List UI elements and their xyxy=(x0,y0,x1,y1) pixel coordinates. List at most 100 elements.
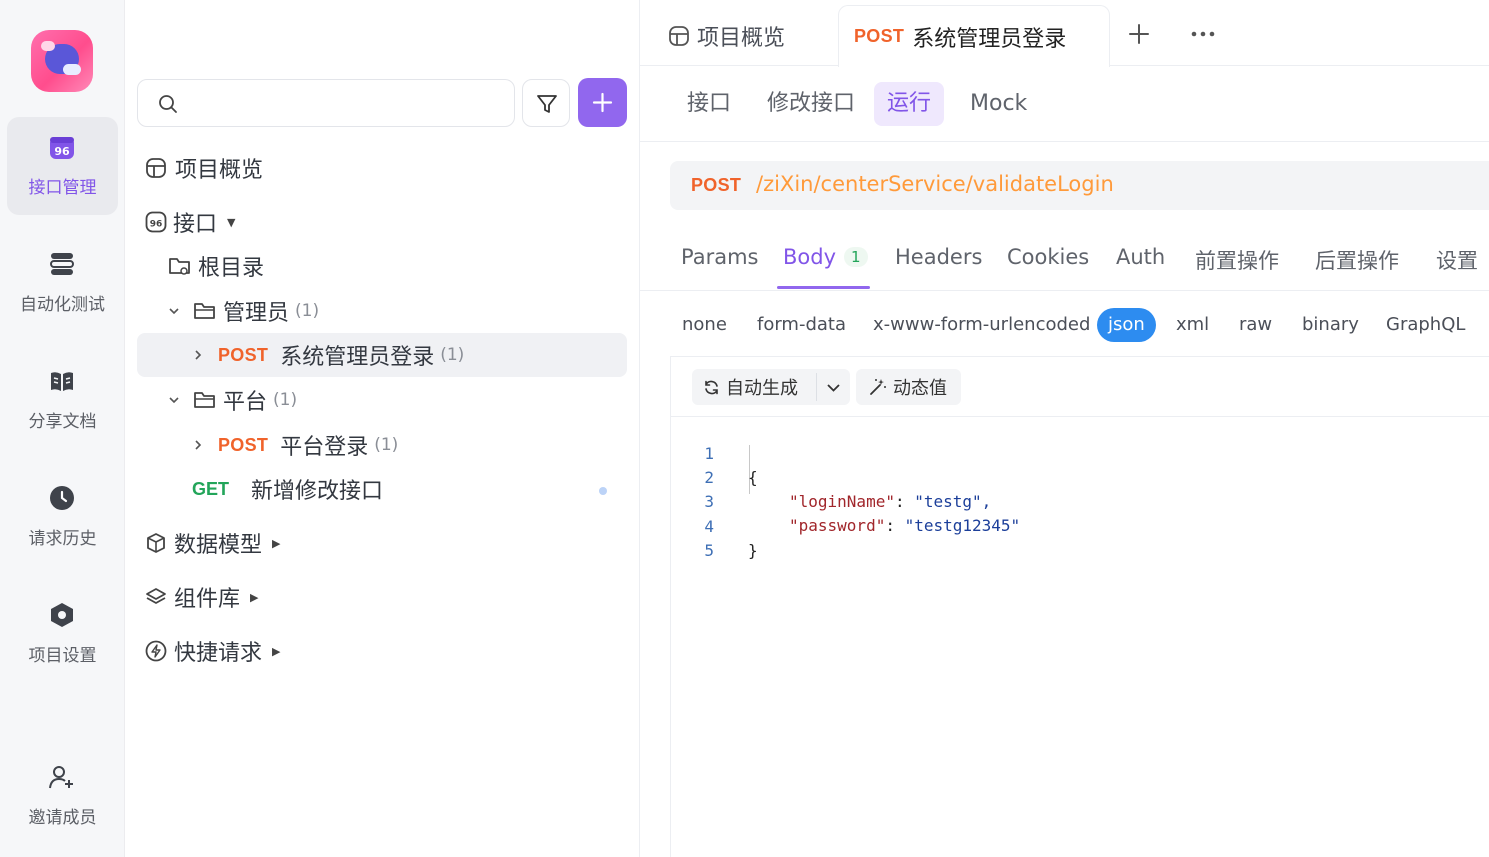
code-text: "loginName": "testg", xyxy=(789,492,992,511)
layers-icon xyxy=(146,588,166,604)
svg-text:96: 96 xyxy=(54,145,70,158)
editor-toolbar: 自动生成 动态值 xyxy=(671,357,1489,417)
json-value: "testg12345" xyxy=(904,516,1021,535)
subtab-api[interactable]: 接口 xyxy=(674,82,744,126)
auto-generate-group: 自动生成 xyxy=(692,369,850,405)
tab-params[interactable]: Params xyxy=(681,245,759,269)
more-tabs-button[interactable] xyxy=(1191,16,1215,52)
method-badge: GET xyxy=(192,478,230,499)
body-type-urlencoded[interactable]: x-www-form-urlencoded xyxy=(873,308,1090,342)
filter-button[interactable] xyxy=(522,79,570,127)
rail-label: 项目设置 xyxy=(28,646,97,666)
tab-cookies[interactable]: Cookies xyxy=(1007,245,1089,269)
request-url[interactable]: /ziXin/centerService/validateLogin xyxy=(756,172,1114,196)
tree-label: 平台 xyxy=(223,390,268,415)
line-number: 5 xyxy=(704,541,714,560)
tree-label: 组件库 xyxy=(174,587,241,612)
rail-item-invite[interactable]: 邀请成员 xyxy=(7,747,118,845)
tree-item-root[interactable]: 根目录 xyxy=(168,244,264,288)
code-line: 5 xyxy=(671,515,748,560)
tree-label: 系统管理员登录 xyxy=(280,345,435,370)
method-badge: POST xyxy=(218,434,269,455)
tree-label: 管理员 xyxy=(223,301,290,326)
dynamic-value-button[interactable]: 动态值 xyxy=(856,369,961,405)
tree-item-apis[interactable]: 96 接口 ▼ xyxy=(145,200,235,244)
tree-api-new[interactable]: GET 新增修改接口 xyxy=(192,467,383,511)
settings-hexagon-icon xyxy=(51,603,73,627)
logo-cloud xyxy=(63,64,81,75)
rail-label: 分享文档 xyxy=(28,412,97,432)
request-method[interactable]: POST xyxy=(691,175,741,196)
api-management-icon: 96 xyxy=(50,137,74,159)
caret-right-icon: ▶ xyxy=(272,644,281,658)
rail-item-api-management[interactable]: 96 接口管理 xyxy=(7,117,118,215)
api-icon: 96 xyxy=(145,211,167,233)
body-type-json[interactable]: json xyxy=(1097,308,1156,342)
tree-item-overview[interactable]: 项目概览 xyxy=(145,146,263,190)
body-type-form-data[interactable]: form-data xyxy=(757,308,846,342)
code-area[interactable]: 1 { 2 "loginName": "testg", 3 "password"… xyxy=(671,417,1489,857)
chevron-right-icon xyxy=(195,440,202,450)
more-icon xyxy=(1191,31,1215,37)
auto-generate-dropdown[interactable] xyxy=(817,369,850,405)
tree-folder-admin[interactable]: 管理员 (1) xyxy=(167,289,319,333)
body-type-graphql[interactable]: GraphQL xyxy=(1386,308,1465,342)
subtab-mock[interactable]: Mock xyxy=(957,82,1040,126)
tab-auth[interactable]: Auth xyxy=(1116,245,1165,269)
chevron-down-icon xyxy=(827,384,840,392)
tree-item-components[interactable]: 组件库 ▶ xyxy=(145,575,258,619)
subtab-run[interactable]: 运行 xyxy=(874,82,945,126)
rail-item-history[interactable]: 请求历史 xyxy=(7,468,118,566)
code-text: { xyxy=(748,468,758,487)
rail-item-project-settings[interactable]: 项目设置 xyxy=(7,585,118,683)
url-bar[interactable]: POST /ziXin/centerService/validateLogin xyxy=(670,161,1489,210)
tree-item-quick-requests[interactable]: 快捷请求 ▶ xyxy=(145,629,280,673)
method-badge: POST xyxy=(854,26,905,46)
tree-api-platform-login[interactable]: POST 平台登录 (1) xyxy=(191,423,398,467)
tree-item-data-models[interactable]: 数据模型 ▶ xyxy=(145,521,280,565)
tab-headers[interactable]: Headers xyxy=(895,245,982,269)
lightning-icon xyxy=(145,640,167,662)
filter-icon xyxy=(537,95,557,113)
tab-project-overview[interactable]: 项目概览 xyxy=(668,5,785,66)
tab-settings[interactable]: 设置 xyxy=(1436,245,1478,275)
tab-admin-login[interactable]: POST 系统管理员登录 xyxy=(838,5,1110,67)
chevron-down-icon xyxy=(169,308,179,315)
rail-label: 邀请成员 xyxy=(28,808,97,828)
search-input[interactable] xyxy=(186,88,506,118)
body-type-raw[interactable]: raw xyxy=(1239,308,1272,342)
tab-post-operations[interactable]: 后置操作 xyxy=(1315,245,1399,275)
tree-count: (1) xyxy=(295,301,320,321)
magic-wand-icon xyxy=(870,379,886,395)
tree-label: 快捷请求 xyxy=(174,641,263,666)
add-button[interactable] xyxy=(578,78,627,127)
json-key: "loginName" xyxy=(789,492,895,511)
json-body-editor[interactable]: 自动生成 动态值 1 {2 "loginName": "testg", 3 "… xyxy=(670,356,1489,857)
tab-pre-operations[interactable]: 前置操作 xyxy=(1195,245,1279,275)
logo-cloud xyxy=(41,41,55,51)
request-tab-bar: Params Body 1 Headers Cookies Auth 前置操作 后… xyxy=(640,230,1489,291)
new-tab-button[interactable] xyxy=(1128,16,1150,52)
tree-folder-platform[interactable]: 平台 (1) xyxy=(167,378,297,422)
app-logo[interactable] xyxy=(31,30,93,92)
code-line: 2 "loginName": "testg", xyxy=(671,442,991,511)
search-box[interactable] xyxy=(137,79,515,127)
auto-generate-button[interactable]: 自动生成 xyxy=(692,369,816,405)
search-icon xyxy=(159,95,177,113)
root-folder-icon xyxy=(169,258,190,275)
tree-label: 根目录 xyxy=(198,256,265,281)
tab-body[interactable]: Body 1 xyxy=(783,245,868,269)
body-type-none[interactable]: none xyxy=(682,308,727,342)
code-line: 3 "password": "testg12345" xyxy=(671,466,1020,535)
tree-api-admin-login[interactable]: POST 系统管理员登录 (1) xyxy=(191,333,464,377)
clock-icon xyxy=(50,486,74,510)
subtab-edit-api[interactable]: 修改接口 xyxy=(754,82,868,126)
rail-item-automation[interactable]: 自动化测试 xyxy=(7,234,118,332)
add-user-icon xyxy=(49,766,73,789)
auto-generate-label: 自动生成 xyxy=(726,378,798,399)
body-type-xml[interactable]: xml xyxy=(1176,308,1209,342)
json-key: "password" xyxy=(789,516,886,535)
app-rail: 96 接口管理 自动化测试 分享文档 请求历史 项目设置 邀请成员 xyxy=(0,0,125,857)
rail-item-share-docs[interactable]: 分享文档 xyxy=(7,351,118,449)
body-type-binary[interactable]: binary xyxy=(1302,308,1359,342)
